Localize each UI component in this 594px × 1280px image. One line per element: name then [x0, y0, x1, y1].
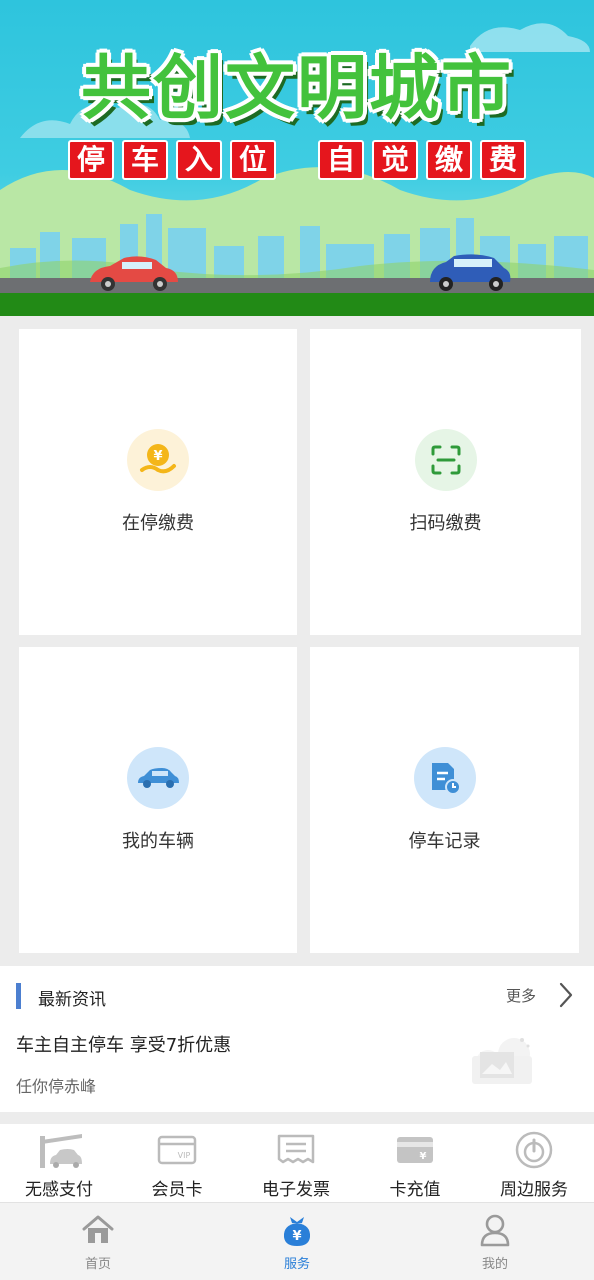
car-icon	[127, 747, 189, 809]
slogan-park: 停 车 入 位	[68, 140, 276, 180]
banner-title: 共创文明城市	[81, 47, 513, 129]
yuan-hand-icon: ¥	[127, 429, 189, 491]
quick-item-contactless-pay[interactable]: 无感支付	[0, 1124, 118, 1202]
tab-label: 我的	[481, 1257, 508, 1272]
tab-profile[interactable]: 我的	[435, 1203, 555, 1280]
parked-payment-card[interactable]: ¥ 在停缴费	[19, 329, 297, 635]
my-vehicle-card[interactable]: 我的车辆	[19, 647, 297, 953]
quick-services-bar: 无感支付 VIP 会员卡 电子发票 ¥ 卡充值 周边服务	[0, 1124, 594, 1202]
profile-icon	[479, 1213, 511, 1247]
image-placeholder-icon	[472, 1038, 532, 1084]
slogan-char: 停	[68, 140, 114, 180]
scan-payment-card[interactable]: 扫码缴费	[310, 329, 581, 635]
quick-item-label: 周边服务	[500, 1180, 568, 1200]
record-icon	[413, 747, 476, 809]
news-headline[interactable]: 车主自主停车 享受7折优惠	[16, 1031, 231, 1057]
svg-text:VIP: VIP	[178, 1151, 191, 1160]
scan-icon	[414, 429, 477, 491]
invoice-icon	[276, 1130, 316, 1170]
quick-item-label: 会员卡	[151, 1180, 203, 1200]
service-bag-icon: ¥	[281, 1213, 313, 1247]
news-accent-bar	[16, 983, 21, 1009]
quick-item-member-card[interactable]: VIP 会员卡	[118, 1124, 236, 1202]
slogan-char: 入	[176, 140, 222, 180]
news-section-title: 最新资讯	[38, 990, 106, 1010]
chevron-right-icon[interactable]	[556, 982, 576, 1008]
nearby-icon	[514, 1130, 554, 1170]
bottom-tab-bar: 首页 ¥ 服务 我的	[0, 1202, 594, 1280]
news-more-link[interactable]: 更多	[506, 985, 536, 1006]
home-icon	[81, 1213, 115, 1247]
slogan-char: 觉	[372, 140, 418, 180]
slogan-char: 自	[318, 140, 364, 180]
tab-service[interactable]: ¥ 服务	[237, 1203, 357, 1280]
svg-text:¥: ¥	[420, 1151, 427, 1162]
slogan-char: 位	[230, 140, 276, 180]
quick-item-label: 卡充值	[389, 1180, 441, 1200]
slogan-char: 费	[480, 140, 526, 180]
svg-text:¥: ¥	[153, 449, 162, 464]
card-label: 我的车辆	[122, 831, 194, 852]
quick-item-nearby-services[interactable]: 周边服务	[475, 1124, 593, 1202]
quick-item-label: 无感支付	[25, 1180, 93, 1200]
quick-item-card-recharge[interactable]: ¥ 卡充值	[356, 1124, 474, 1202]
tab-label: 服务	[283, 1257, 310, 1272]
vip-card-icon: VIP	[157, 1130, 197, 1170]
card-label: 扫码缴费	[409, 513, 482, 534]
card-label: 在停缴费	[122, 513, 194, 534]
barrier-gate-icon	[34, 1130, 84, 1170]
slogan-pay: 自 觉 缴 费	[318, 140, 526, 180]
card-label: 停车记录	[408, 831, 481, 852]
quick-item-e-invoice[interactable]: 电子发票	[237, 1124, 355, 1202]
parking-record-card[interactable]: 停车记录	[310, 647, 579, 953]
slogan-char: 车	[122, 140, 168, 180]
tab-label: 首页	[84, 1257, 111, 1272]
banner[interactable]: 共创文明城市 停 车 入 位 自 觉 缴 费	[0, 0, 594, 316]
tab-home[interactable]: 首页	[38, 1203, 158, 1280]
slogan-char: 缴	[426, 140, 472, 180]
card-recharge-icon: ¥	[395, 1130, 435, 1170]
quick-item-label: 电子发票	[262, 1180, 330, 1200]
news-source: 任你停赤峰	[16, 1077, 97, 1096]
svg-text:¥: ¥	[292, 1229, 301, 1244]
